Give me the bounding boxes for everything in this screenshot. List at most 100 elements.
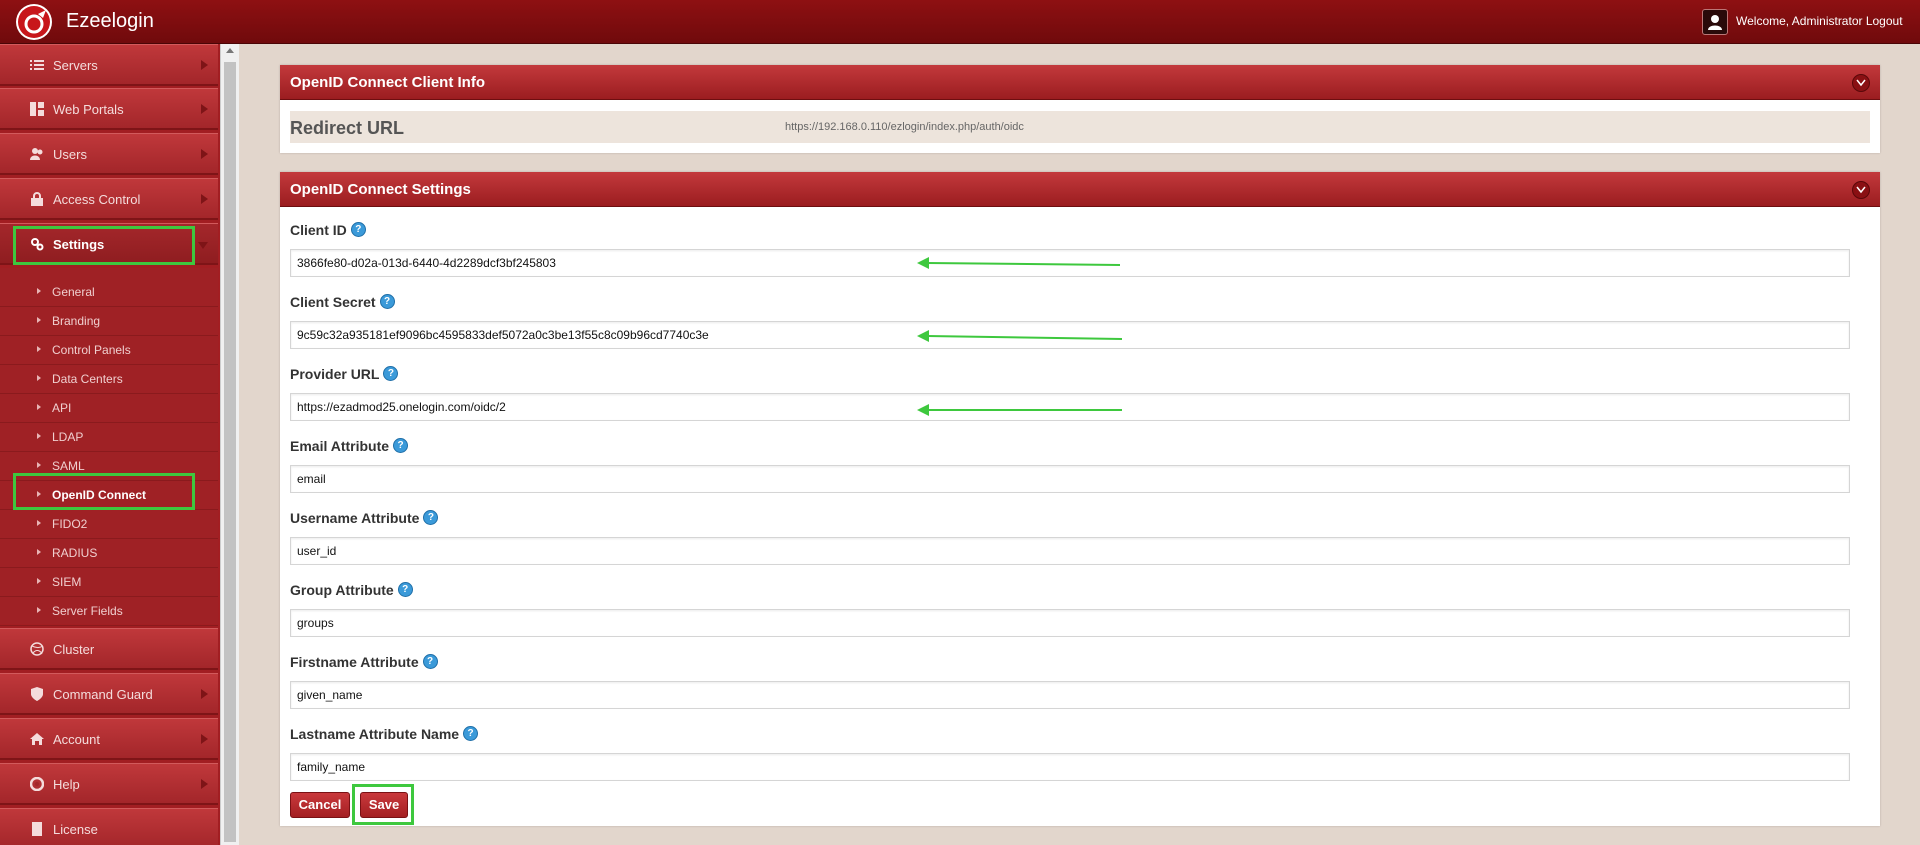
bullet-arrow-icon [37,346,41,352]
scroll-up-arrow-icon[interactable] [226,48,234,53]
firstname-attribute-input[interactable] [290,681,1850,709]
submenu-item-control-panels[interactable]: Control Panels [0,336,218,365]
redirect-url-label: Redirect URL [290,118,405,138]
help-icon[interactable]: ? [350,222,366,237]
sidebar-item-label: Cluster [53,642,95,657]
dribbble-icon [30,642,44,656]
home-icon [30,732,44,746]
bullet-arrow-icon [37,288,41,294]
username-attribute-label: Username Attribute? [290,510,439,526]
chevron-right-icon [201,60,208,70]
sidebar-item-account[interactable]: Account [0,718,218,760]
sidebar-item-label: Command Guard [53,687,153,702]
panel-title: OpenID Connect Client Info [290,74,485,91]
provider-url-label: Provider URL? [290,366,399,382]
sidebar-item-label: Web Portals [53,102,124,117]
help-icon[interactable]: ? [397,582,413,597]
chevron-right-icon [201,194,208,204]
email-attribute-label: Email Attribute? [290,438,409,454]
panel-title: OpenID Connect Settings [290,181,471,198]
sidebar-item-command-guard[interactable]: Command Guard [0,673,218,715]
sidebar-item-cluster[interactable]: Cluster [0,628,218,670]
sidebar-item-label: Servers [53,58,98,73]
sidebar-item-license[interactable]: License [0,808,218,845]
help-icon[interactable]: ? [422,654,438,669]
submenu-item-ldap[interactable]: LDAP [0,423,218,452]
submenu-item-fido2[interactable]: FIDO2 [0,510,218,539]
sidebar-item-label: Account [53,732,100,747]
chevron-right-icon [201,689,208,699]
sidebar-item-servers[interactable]: Servers [0,44,218,86]
help-icon[interactable]: ? [379,294,395,309]
sidebar: Servers Web Portals Users Access Control… [0,44,220,845]
sidebar-item-users[interactable]: Users [0,133,218,175]
submenu-item-radius[interactable]: RADIUS [0,539,218,568]
lastname-attribute-input[interactable] [290,753,1850,781]
bullet-arrow-icon [37,462,41,468]
annotation-arrow-icon [917,404,1122,416]
chevron-right-icon [201,734,208,744]
highlight-openid-connect [13,473,195,510]
sidebar-scrollbar[interactable] [220,44,239,845]
help-icon[interactable]: ? [393,438,409,453]
client-info-panel: OpenID Connect Client Info Redirect URL … [280,65,1880,153]
sidebar-item-web-portals[interactable]: Web Portals [0,88,218,130]
submenu-item-api[interactable]: API [0,394,218,423]
sidebar-item-label: Help [53,777,80,792]
sidebar-item-help[interactable]: Help [0,763,218,805]
submenu-item-server-fields[interactable]: Server Fields [0,597,218,626]
scrollbar-thumb[interactable] [224,62,236,842]
openid-settings-header: OpenID Connect Settings [280,172,1880,207]
help-icon[interactable]: ? [383,366,399,381]
help-icon[interactable]: ? [463,726,479,741]
user-avatar-icon[interactable] [1702,9,1728,35]
shield-icon [30,687,44,701]
lastname-attribute-label: Lastname Attribute Name? [290,726,479,742]
bullet-arrow-icon [37,375,41,381]
group-attribute-input[interactable] [290,609,1850,637]
submenu-item-general[interactable]: General [0,278,218,307]
annotation-arrow-icon [917,257,1121,269]
collapse-icon[interactable] [1852,181,1870,199]
sidebar-item-label: License [53,822,98,837]
list-icon [30,58,44,72]
client-info-header: OpenID Connect Client Info [280,65,1880,100]
bullet-arrow-icon [37,549,41,555]
sidebar-item-label: Access Control [53,192,141,207]
chevron-down-icon [198,242,208,249]
client-id-label: Client ID? [290,222,366,238]
submenu-item-branding[interactable]: Branding [0,307,218,336]
bullet-arrow-icon [37,317,41,323]
highlight-settings [13,226,195,265]
dashboard-icon [30,102,44,116]
username-attribute-input[interactable] [290,537,1850,565]
submenu-item-siem[interactable]: SIEM [0,568,218,597]
submenu-item-data-centers[interactable]: Data Centers [0,365,218,394]
document-icon [30,822,44,836]
bullet-arrow-icon [37,607,41,613]
chevron-right-icon [201,149,208,159]
email-attribute-input[interactable] [290,465,1850,493]
chevron-right-icon [201,779,208,789]
chevron-right-icon [201,104,208,114]
group-attribute-label: Group Attribute? [290,582,413,598]
collapse-icon[interactable] [1852,74,1870,92]
annotation-arrow-icon [917,330,1123,342]
brand-name: Ezeelogin [66,10,154,32]
bullet-arrow-icon [37,578,41,584]
cancel-button[interactable]: Cancel [290,792,350,818]
redirect-url-row: Redirect URL https://192.168.0.110/ezlog… [290,111,1870,143]
sidebar-item-label: Users [53,147,87,162]
firstname-attribute-label: Firstname Attribute? [290,654,438,670]
bullet-arrow-icon [37,433,41,439]
sidebar-item-access-control[interactable]: Access Control [0,178,218,220]
help-icon[interactable]: ? [423,510,439,525]
top-bar: Ezeelogin Welcome, Administrator Logout [0,0,1920,44]
client-secret-label: Client Secret? [290,294,395,310]
settings-submenu: General Branding Control Panels Data Cen… [0,268,218,626]
ezeelogin-logo-icon[interactable] [16,4,52,40]
bullet-arrow-icon [37,520,41,526]
lock-icon [30,192,44,206]
bullet-arrow-icon [37,404,41,410]
welcome-logout-link[interactable]: Welcome, Administrator Logout [1736,14,1903,28]
